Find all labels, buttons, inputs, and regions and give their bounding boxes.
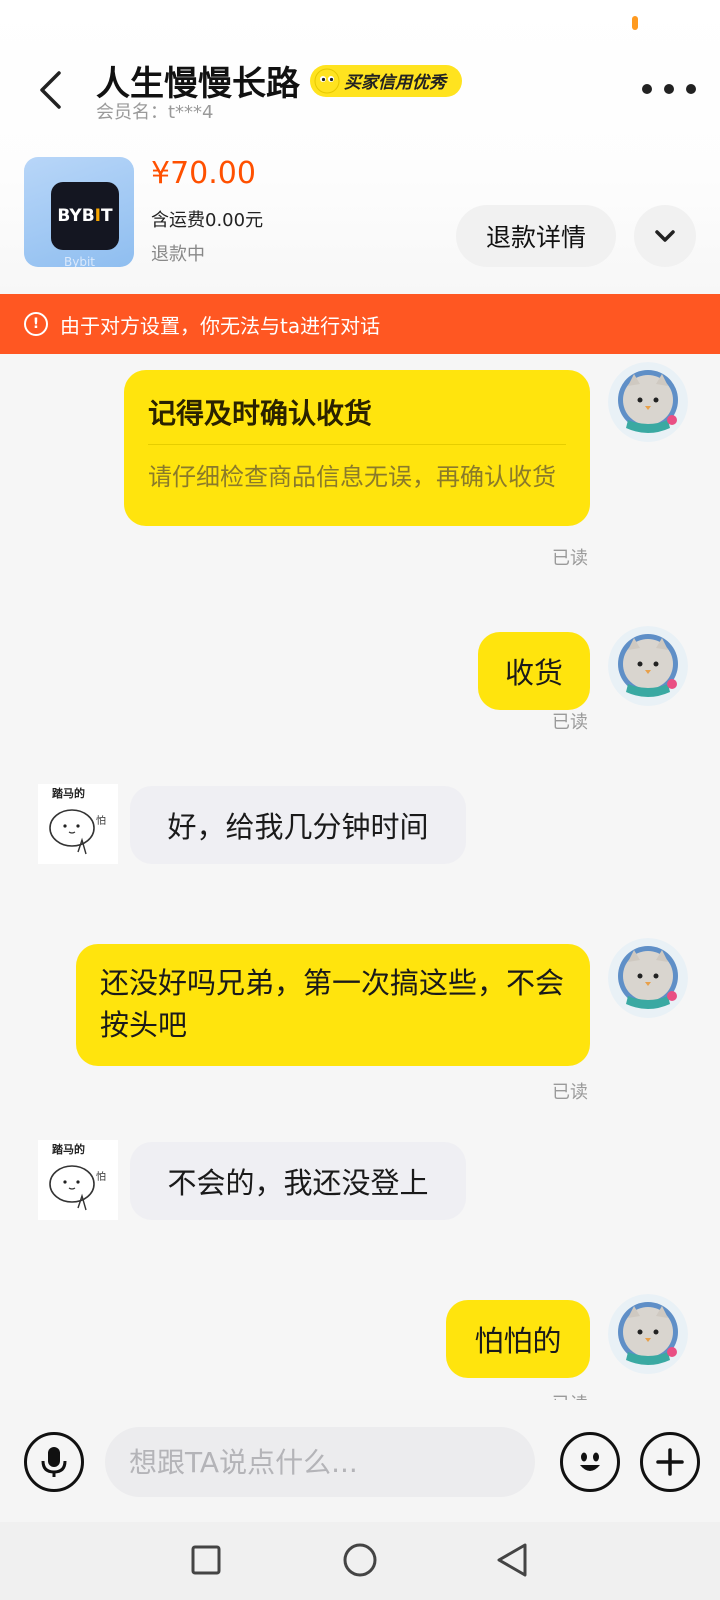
shipping-fee: 含运费0.00元 [151, 210, 264, 231]
back-button[interactable] [28, 62, 72, 118]
my-avatar[interactable] [608, 1294, 688, 1374]
expand-button[interactable] [634, 205, 696, 267]
plus-icon [656, 1448, 684, 1476]
credit-badge-label: 买家信用优秀 [344, 73, 446, 93]
cat-astronaut-avatar [608, 938, 688, 1018]
alert-circle-icon: ! [24, 312, 48, 336]
read-receipt: 已读 [552, 1082, 588, 1103]
contact-avatar[interactable]: 踏马的 怕 [38, 784, 118, 864]
microphone-icon [41, 1447, 67, 1477]
sticker-cat-avatar: 踏马的 怕 [38, 1140, 118, 1220]
svg-text:踏马的: 踏马的 [52, 1142, 85, 1156]
home-button[interactable] [336, 1536, 384, 1584]
message-bubble[interactable]: 收货 [478, 632, 590, 710]
more-dots-icon [642, 84, 696, 94]
triangle-back-icon [497, 1543, 527, 1577]
notice-text: 由于对方设置，你无法与ta进行对话 [60, 313, 381, 338]
my-avatar[interactable] [608, 362, 688, 442]
chat-header: 人生慢慢长路 买家信用优秀 会员名：t***4 BYB I T Bybit ¥70.… [0, 0, 720, 294]
member-name: 会员名：t***4 [96, 102, 214, 123]
message-text: 收货 [504, 656, 563, 690]
voice-button[interactable] [24, 1432, 84, 1492]
message-text: 不会的，我还没登上 [167, 1166, 429, 1200]
message-input[interactable] [105, 1427, 535, 1497]
svg-text:怕: 怕 [96, 814, 106, 827]
credit-badge[interactable]: 买家信用优秀 [310, 64, 462, 97]
message-bubble[interactable]: 好，给我几分钟时间 [130, 786, 466, 864]
recent-apps-button[interactable] [182, 1536, 230, 1584]
more-button[interactable] [638, 74, 700, 104]
card-body: 请仔细检查商品信息无误，再确认收货 [148, 463, 556, 491]
credit-face-icon [314, 67, 340, 94]
chevron-left-icon [40, 71, 61, 109]
blocked-notice: ! 由于对方设置，你无法与ta进行对话 [0, 294, 720, 354]
status-indicator [632, 16, 638, 30]
add-button[interactable] [640, 1432, 700, 1492]
bybit-logo: BYB I T [51, 182, 119, 250]
product-price: ¥70.00 [151, 156, 256, 191]
circle-icon [343, 1543, 377, 1577]
card-divider [148, 444, 566, 445]
read-receipt: 已读 [552, 712, 588, 733]
chevron-down-icon [655, 230, 675, 242]
chat-list[interactable]: 记得及时确认收货 请仔细检查商品信息无误，再确认收货 已读 收货 已读 踏马的 … [0, 354, 720, 1400]
system-nav-bar [0, 1522, 720, 1600]
message-text: 怕怕的 [474, 1324, 562, 1358]
product-image[interactable]: BYB I T Bybit [24, 157, 134, 267]
refund-status: 退款中 [151, 244, 205, 265]
emoji-button[interactable] [560, 1432, 620, 1492]
message-bubble[interactable]: 还没好吗兄弟，第一次搞这些，不会按头吧 [76, 944, 590, 1066]
emoji-icon [580, 1452, 600, 1471]
my-avatar[interactable] [608, 938, 688, 1018]
cat-astronaut-avatar [608, 1294, 688, 1374]
read-receipt: 已读 [552, 548, 588, 569]
svg-text:踏马的: 踏马的 [52, 786, 85, 800]
card-title: 记得及时确认收货 [148, 397, 373, 430]
read-receipt: 已读 [552, 1390, 588, 1400]
message-bubble[interactable]: 怕怕的 [446, 1300, 590, 1378]
confirm-receipt-card[interactable]: 记得及时确认收货 请仔细检查商品信息无误，再确认收货 [124, 370, 590, 526]
contact-avatar[interactable]: 踏马的 怕 [38, 1140, 118, 1220]
message-bubble[interactable]: 不会的，我还没登上 [130, 1142, 466, 1220]
message-text: 还没好吗兄弟，第一次搞这些，不会按头吧 [100, 966, 565, 1042]
message-text: 好，给我几分钟时间 [167, 810, 429, 844]
cat-astronaut-avatar [608, 626, 688, 706]
svg-text:怕: 怕 [96, 1170, 106, 1183]
input-bar [0, 1400, 720, 1522]
product-image-caption: Bybit [64, 255, 95, 267]
my-avatar[interactable] [608, 626, 688, 706]
refund-details-button[interactable]: 退款详情 [456, 205, 616, 267]
sticker-cat-avatar: 踏马的 怕 [38, 784, 118, 864]
square-icon [191, 1545, 221, 1575]
cat-astronaut-avatar [608, 362, 688, 442]
back-nav-button[interactable] [488, 1536, 536, 1584]
